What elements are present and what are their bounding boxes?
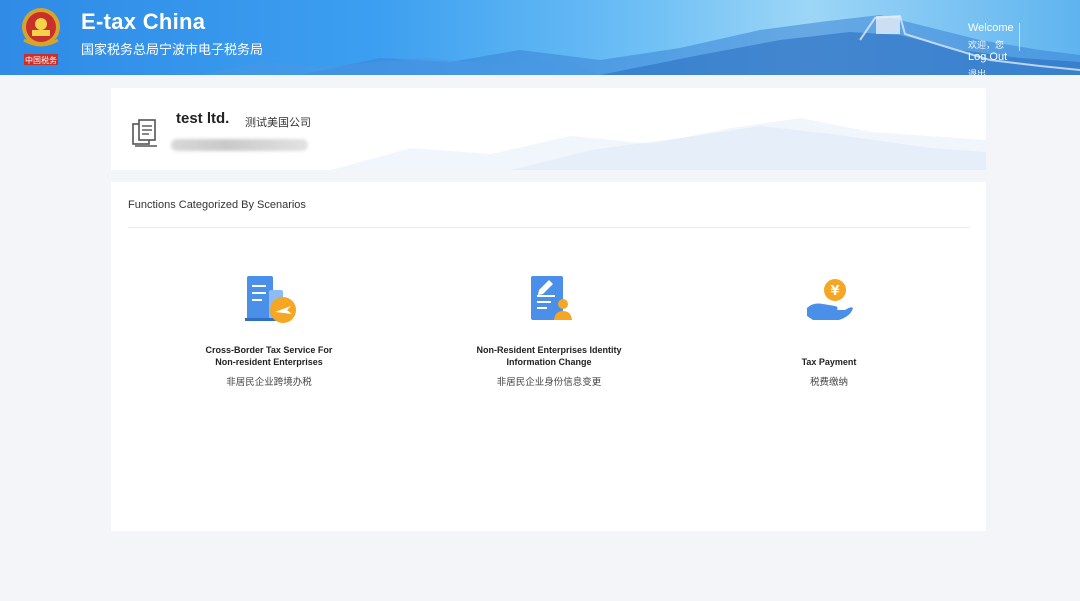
svg-text:中国税务: 中国税务 — [25, 55, 57, 65]
company-name: test ltd. — [176, 110, 230, 127]
cross-border-document-plane-icon — [245, 276, 296, 323]
company-card: test ltd. 测试美国公司 — [111, 88, 986, 170]
function-title-en: Cross-Border Tax Service For Non-residen… — [149, 344, 389, 368]
welcome-en: Welcome — [968, 22, 1014, 34]
hand-coin-yuan-icon: ¥ — [807, 279, 853, 320]
svg-text:¥: ¥ — [830, 284, 839, 299]
function-title-cn: 非居民企业身份信息变更 — [496, 377, 602, 388]
function-title-cn: 非居民企业跨境办税 — [226, 377, 312, 388]
great-wall-watermark — [331, 118, 986, 170]
function-title-en: Non-Resident Enterprises Identity Inform… — [429, 344, 669, 368]
function-title-line2: Information Change — [506, 357, 592, 367]
user-area: Welcome 欢迎，您 Log Out 退出 — [968, 22, 1068, 75]
tax-bureau-emblem-icon: 中国税务 — [22, 8, 60, 65]
company-id-redacted — [171, 139, 308, 151]
user-divider — [1019, 23, 1020, 51]
logout-button[interactable]: Log Out 退出 — [968, 51, 1068, 75]
function-tax-payment[interactable]: ¥ Tax Payment 税费缴纳 — [709, 272, 949, 388]
app-subtitle: 国家税务总局宁波市电子税务局 — [81, 43, 264, 58]
function-cross-border-tax[interactable]: Cross-Border Tax Service For Non-residen… — [149, 272, 389, 388]
logout-cn: 退出 — [968, 70, 987, 75]
function-title-en: Tax Payment — [709, 344, 949, 368]
function-title-line1: Non-Resident Enterprises Identity — [476, 345, 622, 355]
function-title-line2: Non-resident Enterprises — [215, 357, 323, 367]
welcome-label: Welcome 欢迎，您 — [968, 22, 1068, 51]
welcome-cn: 欢迎，您 — [968, 41, 1005, 51]
function-title-line1: Cross-Border Tax Service For — [205, 345, 333, 355]
function-title-line1 — [709, 344, 949, 356]
function-title-cn: 税费缴纳 — [809, 377, 848, 388]
company-document-icon — [132, 119, 157, 147]
company-name-cn: 测试美国公司 — [245, 116, 311, 129]
panel-divider — [128, 227, 970, 228]
app-title: E-tax China — [81, 9, 206, 34]
functions-panel: Functions Categorized By Scenarios Cross… — [111, 182, 986, 531]
top-header: 中国税务 E-tax China 国家税务总局宁波市电子税务局 Welcome … — [0, 0, 1080, 75]
logout-en: Log Out — [968, 51, 1008, 63]
function-identity-change[interactable]: Non-Resident Enterprises Identity Inform… — [429, 272, 669, 388]
functions-panel-title: Functions Categorized By Scenarios — [128, 199, 306, 211]
function-title-line2: Tax Payment — [801, 357, 857, 367]
identity-document-person-icon — [531, 276, 572, 320]
